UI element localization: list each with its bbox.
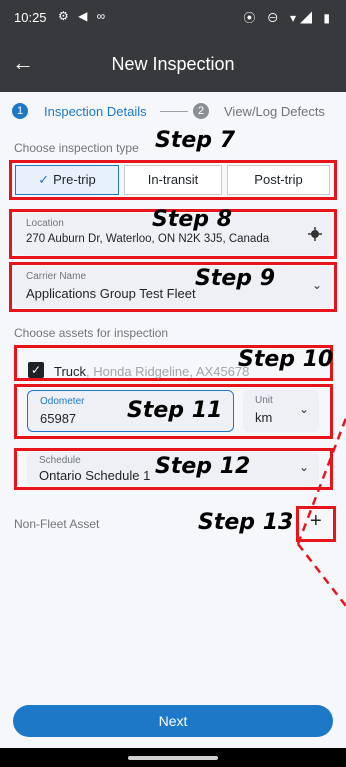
non-fleet-label: Non-Fleet Asset	[14, 517, 100, 531]
annotation-step-7: Step 7	[155, 128, 235, 153]
carrier-label: Carrier Name	[26, 271, 87, 282]
check-icon: ✓	[38, 172, 50, 187]
location-value: 270 Auburn Dr, Waterloo, ON N2K 3J5, Can…	[26, 233, 270, 245]
target-icon[interactable]	[308, 227, 322, 241]
chevron-down-icon: ⌄	[311, 278, 322, 292]
annotation-step-13: Step 13	[198, 510, 294, 535]
step-2-indicator: 2	[193, 103, 209, 119]
segment-pre-trip[interactable]: ✓ Pre-trip	[15, 165, 119, 195]
status-time: 10:25	[14, 10, 47, 25]
home-gesture-pill[interactable]	[128, 756, 218, 760]
step-1-label[interactable]: Inspection Details	[44, 104, 147, 119]
truck-asset-row[interactable]: Truck, Honda Ridgeline, AX45678	[54, 364, 249, 379]
app-bar: ← New Inspection	[0, 36, 346, 92]
annotation-step-8: Step 8	[152, 207, 232, 232]
system-status-icons: ⦿ ⊖ ▾◢ ▮	[243, 11, 334, 25]
truck-detail: , Honda Ridgeline, AX45678	[86, 364, 250, 379]
odometer-label: Odometer	[40, 396, 85, 407]
page-title: New Inspection	[111, 54, 235, 74]
odometer-value: 65987	[40, 411, 77, 426]
segment-pre-trip-label: Pre-trip	[53, 172, 96, 187]
system-nav-bar	[0, 748, 346, 767]
inspection-type-label: Choose inspection type	[14, 141, 139, 155]
next-button[interactable]: Next	[13, 705, 333, 737]
annotation-step-11: Step 11	[127, 398, 223, 423]
annotation-step-12: Step 12	[155, 454, 251, 479]
schedule-value: Ontario Schedule 1	[39, 468, 151, 483]
segment-in-transit[interactable]: In-transit	[124, 165, 222, 195]
carrier-value: Applications Group Test Fleet	[26, 286, 196, 301]
assets-label: Choose assets for inspection	[14, 326, 169, 340]
truck-name: Truck	[54, 364, 87, 379]
notification-icons: ⚙ ◀ ∞	[58, 9, 109, 23]
unit-label: Unit	[255, 395, 273, 406]
step-2-label[interactable]: View/Log Defects	[224, 104, 325, 119]
status-bar: 10:25 ⚙ ◀ ∞ ⦿ ⊖ ▾◢ ▮	[0, 0, 346, 36]
stepper: 1 Inspection Details 2 View/Log Defects	[0, 100, 346, 124]
unit-value: km	[255, 410, 273, 425]
annotation-callout-lines	[296, 417, 346, 607]
location-label: Location	[26, 218, 64, 229]
annotation-step-10: Step 10	[238, 347, 334, 372]
schedule-label: Schedule	[39, 455, 81, 466]
stepper-connector	[160, 111, 188, 112]
segment-in-transit-label: In-transit	[147, 172, 199, 187]
carrier-select[interactable]: Carrier Name Applications Group Test Fle…	[14, 266, 332, 308]
truck-checkbox[interactable]: ✓	[28, 362, 44, 378]
segment-post-trip-label: Post-trip	[254, 172, 303, 187]
step-1-indicator: 1	[12, 103, 28, 119]
annotation-step-9: Step 9	[195, 266, 275, 291]
segment-post-trip[interactable]: Post-trip	[227, 165, 330, 195]
